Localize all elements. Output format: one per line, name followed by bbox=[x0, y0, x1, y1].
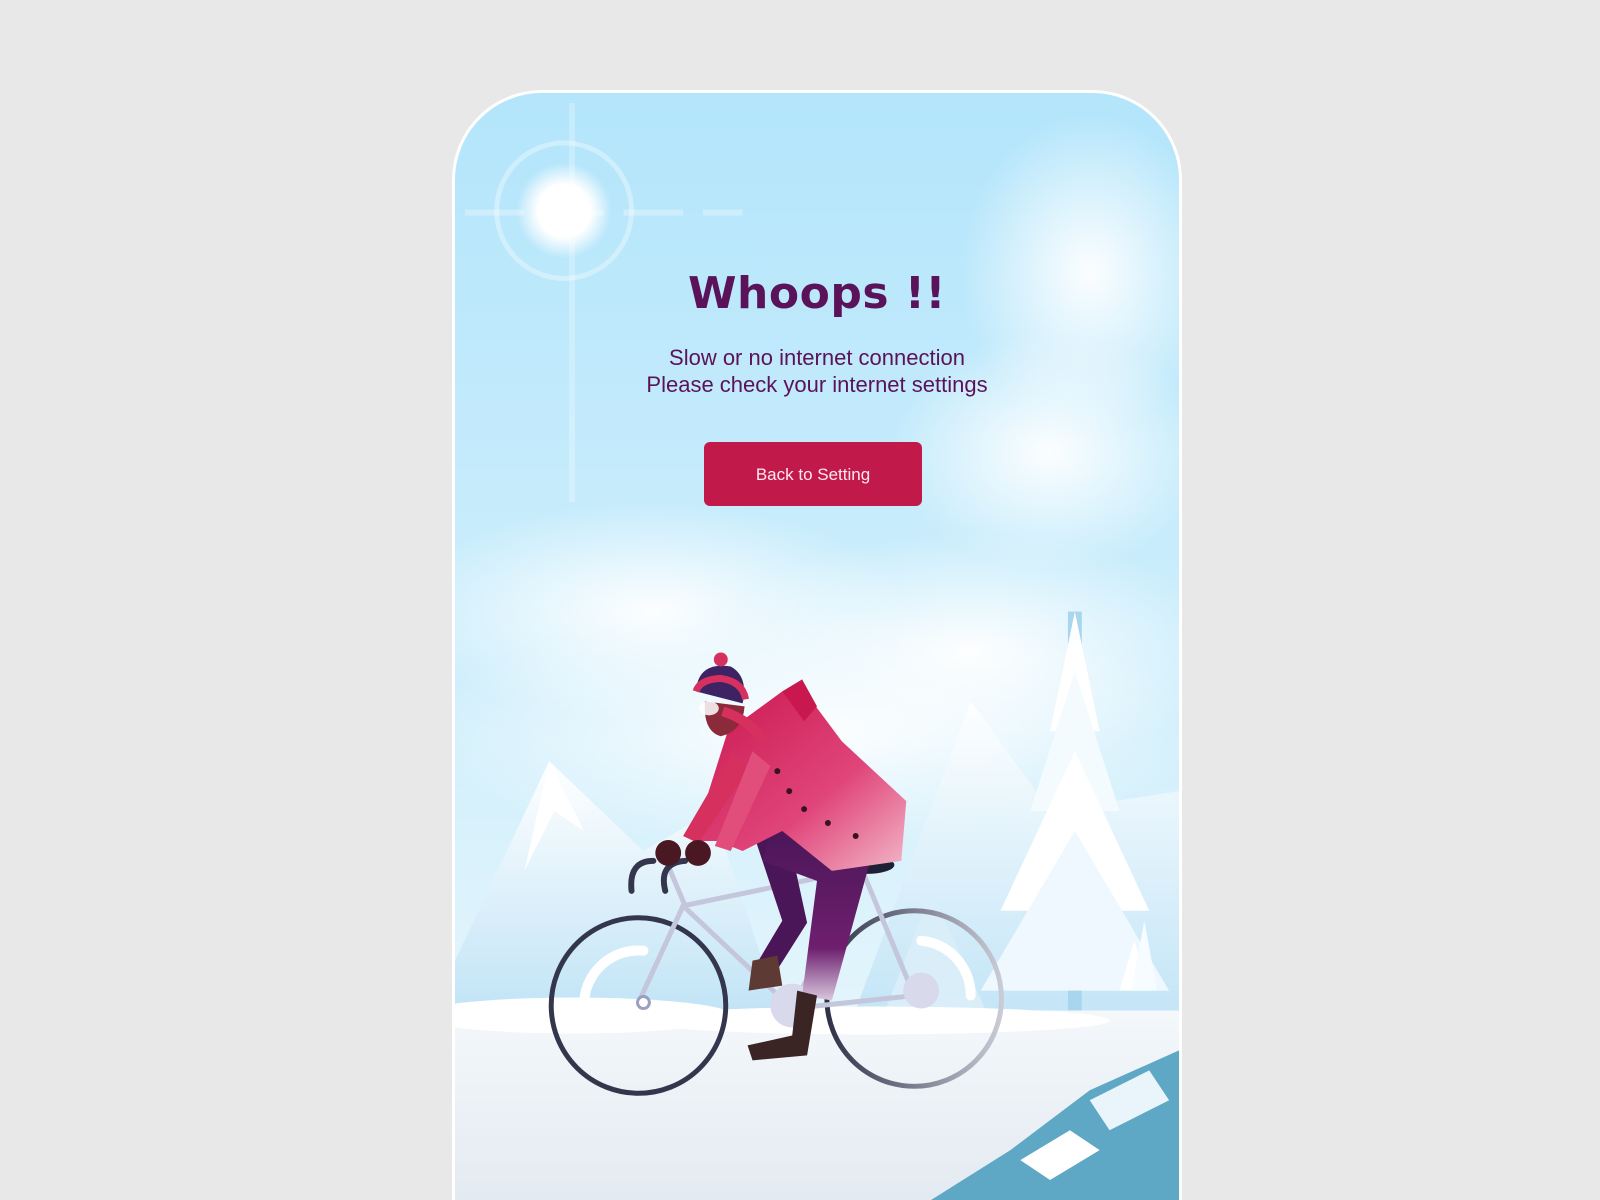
winter-illustration bbox=[455, 93, 1179, 1200]
phone-frame: Whoops !! Slow or no internet connection… bbox=[452, 90, 1182, 1200]
page-title: Whoops !! bbox=[688, 268, 946, 319]
back-to-setting-button[interactable]: Back to Setting bbox=[704, 442, 922, 506]
error-message-line2: Please check your internet settings bbox=[646, 372, 988, 397]
error-message-line1: Slow or no internet connection bbox=[669, 345, 965, 370]
